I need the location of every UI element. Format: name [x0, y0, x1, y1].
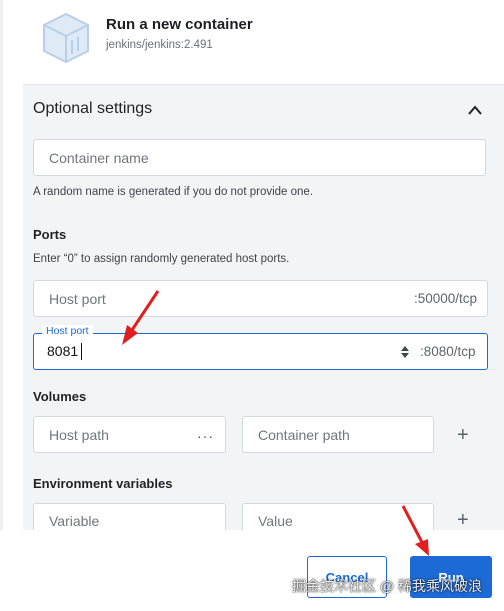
container-port-label-2: :8080/tcp: [420, 344, 476, 359]
number-spinner-icon[interactable]: [399, 344, 411, 360]
volumes-title: Volumes: [33, 389, 87, 404]
optional-settings-title: Optional settings: [33, 100, 153, 117]
host-port-value: 8081: [47, 343, 79, 359]
ports-helper: Enter “0” to assign randomly generated h…: [33, 253, 290, 265]
browse-button[interactable]: ···: [197, 428, 214, 444]
host-port-floating-label: Host port: [42, 325, 93, 337]
container-name-placeholder: Container name: [49, 150, 149, 166]
value-placeholder: Value: [258, 513, 293, 529]
add-env-button[interactable]: +: [457, 509, 469, 530]
container-path-input[interactable]: Container path: [242, 416, 434, 453]
container-name-helper: A random name is generated if you do not…: [33, 186, 314, 198]
host-port-placeholder: Host port: [49, 291, 106, 307]
container-port-label-1: :50000/tcp: [414, 291, 478, 306]
container-cube-icon: [43, 12, 89, 64]
container-path-placeholder: Container path: [258, 427, 350, 443]
watermark: 掘金技术社区 @ 稀我乘风破浪: [292, 578, 482, 594]
chevron-up-icon[interactable]: [466, 103, 484, 117]
variable-placeholder: Variable: [49, 513, 100, 529]
image-name: jenkins/jenkins:2.491: [106, 39, 213, 51]
dialog-header: Run a new container jenkins/jenkins:2.49…: [0, 0, 504, 78]
text-caret: [81, 343, 82, 360]
variable-input[interactable]: Variable: [33, 503, 226, 530]
container-name-input[interactable]: Container name: [33, 139, 486, 176]
annotation-arrow-icon: [122, 290, 160, 345]
ports-title: Ports: [33, 227, 67, 242]
env-title: Environment variables: [33, 476, 173, 491]
dialog-title: Run a new container: [106, 16, 253, 33]
host-path-placeholder: Host path: [49, 427, 109, 443]
add-volume-button[interactable]: +: [457, 424, 469, 447]
annotation-arrow-icon: [401, 505, 429, 556]
